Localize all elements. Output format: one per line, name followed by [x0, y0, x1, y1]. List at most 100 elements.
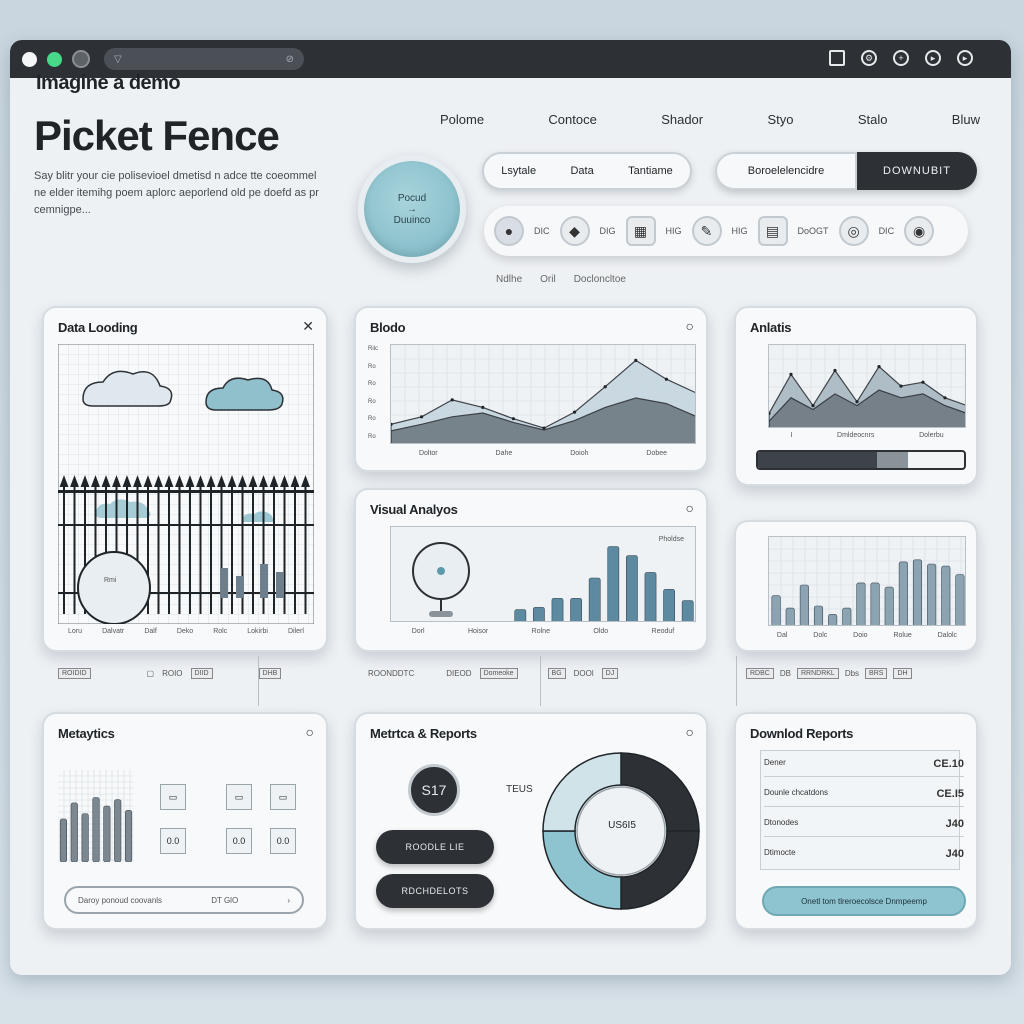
- square-icon[interactable]: [829, 50, 845, 66]
- settings-icon[interactable]: ○: [686, 500, 694, 516]
- metric-box[interactable]: 0.0: [270, 828, 296, 854]
- strip-chip[interactable]: DJ: [601, 668, 619, 679]
- play-icon[interactable]: ▸: [925, 50, 941, 66]
- next-icon[interactable]: ▸: [957, 50, 973, 66]
- page-title: Picket Fence: [34, 112, 280, 159]
- nav-item[interactable]: Bluw: [952, 112, 980, 127]
- metric-box[interactable]: 0.0: [160, 828, 186, 854]
- bar: [828, 614, 838, 625]
- strip-chip[interactable]: RRNDRKL: [796, 668, 839, 679]
- secondary-action-button[interactable]: RDCHDELOTS: [376, 874, 494, 908]
- metric-circle: S17: [408, 764, 460, 816]
- hero-sublabels: Ndlhe Oril Docloncltoe: [496, 274, 626, 285]
- grid-icon[interactable]: ▦: [625, 216, 656, 246]
- report-row[interactable]: Dounle chcatdons CE.I5: [764, 788, 964, 807]
- close-icon[interactable]: ✕: [302, 318, 314, 335]
- card-title: Metrtca & Reports: [370, 726, 477, 741]
- toggle-option-left[interactable]: Boroelelencidre: [715, 152, 857, 190]
- metric-box[interactable]: 0.0: [226, 828, 252, 854]
- address-bar[interactable]: ▽ ⊘: [104, 48, 304, 70]
- strip-chip[interactable]: Dbs: [845, 669, 859, 678]
- strip-chip[interactable]: Domeoke: [479, 668, 518, 679]
- progress-bar[interactable]: [756, 450, 966, 470]
- strip-chip[interactable]: DHB: [258, 668, 282, 679]
- strip-chip[interactable]: DOOl: [574, 669, 594, 678]
- user-icon[interactable]: ◉: [904, 216, 935, 246]
- settings-icon[interactable]: ⚙: [861, 50, 877, 66]
- strip-chip[interactable]: DIEOD: [446, 669, 471, 678]
- bar: [59, 818, 67, 862]
- anlatis-card: Anlatis I Dmldeocnrs Dolerbu: [734, 306, 978, 486]
- y-axis-labels: Rilc Ro Ro Ro Ro Ro: [368, 346, 378, 440]
- strip-chip[interactable]: DH: [893, 668, 912, 679]
- nav-item[interactable]: Stalo: [858, 112, 888, 127]
- primary-button-sublabel: Duuinco: [393, 214, 431, 226]
- metaytics-card: Metaytics ○ ▭ ▭ ▭ 0.0 0.0 0.0 Daroy pono…: [42, 712, 328, 930]
- bar: [870, 582, 880, 625]
- check-icon[interactable]: ▢: [147, 669, 155, 678]
- close-window-button[interactable]: [22, 51, 37, 67]
- strip-chip[interactable]: DIID: [190, 668, 213, 679]
- address-text: ▽: [114, 53, 122, 65]
- bar: [884, 586, 894, 625]
- metric-box[interactable]: ▭: [270, 784, 296, 810]
- tool-label: DIC: [878, 226, 895, 236]
- report-row[interactable]: Dener CE.10: [764, 758, 964, 777]
- strip-chip[interactable]: ROIO: [162, 669, 182, 678]
- data-point: [811, 404, 815, 408]
- blodo-area-chart: [390, 344, 696, 444]
- minimize-window-button[interactable]: [72, 50, 90, 68]
- report-label: Dener: [764, 758, 786, 767]
- report-row[interactable]: Dtimocte J40: [764, 848, 964, 866]
- mode-toggle[interactable]: Boroelelencidre DOWNUBIT: [715, 152, 977, 190]
- settings-icon[interactable]: ○: [686, 318, 694, 334]
- axis-tick: Dalf: [144, 628, 157, 635]
- strip-chip[interactable]: ROONDDTC: [368, 669, 414, 678]
- search-input[interactable]: Daroy ponoud coovanls DT GlO ›: [64, 886, 304, 914]
- bar: [898, 561, 908, 625]
- metaytics-bar-chart: [58, 770, 134, 862]
- metric-box[interactable]: ▭: [160, 784, 186, 810]
- report-value: J40: [945, 818, 964, 830]
- download-button[interactable]: Onetl tom tlreroecolsce Dnmpeemp: [762, 886, 966, 916]
- nav-item[interactable]: Polome: [440, 112, 484, 127]
- reload-icon[interactable]: ⊘: [286, 54, 294, 65]
- primary-action-button[interactable]: ROODLE LIE: [376, 830, 494, 864]
- strip-chip[interactable]: ROIDID: [58, 668, 91, 679]
- plus-icon[interactable]: +: [893, 50, 909, 66]
- document-icon[interactable]: ▤: [757, 216, 788, 246]
- bar: [514, 609, 527, 621]
- settings-icon[interactable]: ○: [306, 724, 314, 740]
- settings-icon[interactable]: ○: [686, 724, 694, 740]
- nav-item[interactable]: Styo: [767, 112, 793, 127]
- data-point: [603, 385, 607, 389]
- strip-chip[interactable]: BG: [547, 668, 566, 679]
- maximize-window-button[interactable]: [47, 51, 62, 67]
- circle-dot-icon[interactable]: ●: [494, 216, 524, 246]
- x-axis-labels: Doltor Dahe Doioh Dobee: [390, 450, 696, 457]
- chip-icon[interactable]: ◎: [838, 216, 869, 246]
- bar: [799, 584, 809, 625]
- strip-chip[interactable]: BRS: [865, 668, 888, 679]
- data-point: [789, 372, 793, 376]
- strip-chip[interactable]: DB: [780, 669, 791, 678]
- bar: [644, 572, 657, 621]
- bar: [70, 802, 78, 862]
- chevron-right-icon[interactable]: ›: [287, 896, 290, 905]
- strip-chip[interactable]: RDBC: [746, 668, 774, 679]
- pill-item[interactable]: Tantiame: [628, 165, 673, 177]
- pill-item[interactable]: Lsytale: [501, 165, 536, 177]
- toggle-option-right[interactable]: DOWNUBIT: [857, 152, 977, 190]
- primary-round-button[interactable]: Pocud → Duuinco: [358, 155, 466, 263]
- data-point: [921, 380, 925, 384]
- tool-icon[interactable]: ✎: [691, 216, 722, 246]
- bar: [681, 600, 694, 621]
- diamond-icon[interactable]: ◆: [559, 216, 590, 246]
- metric-box[interactable]: ▭: [226, 784, 252, 810]
- tool-label: DIC: [534, 226, 550, 236]
- nav-item[interactable]: Shador: [661, 112, 703, 127]
- report-row[interactable]: Dtonodes J40: [764, 818, 964, 837]
- nav-item[interactable]: Contoce: [548, 112, 596, 127]
- pill-item[interactable]: Data: [570, 165, 593, 177]
- primary-button-label: Pocud: [397, 192, 427, 204]
